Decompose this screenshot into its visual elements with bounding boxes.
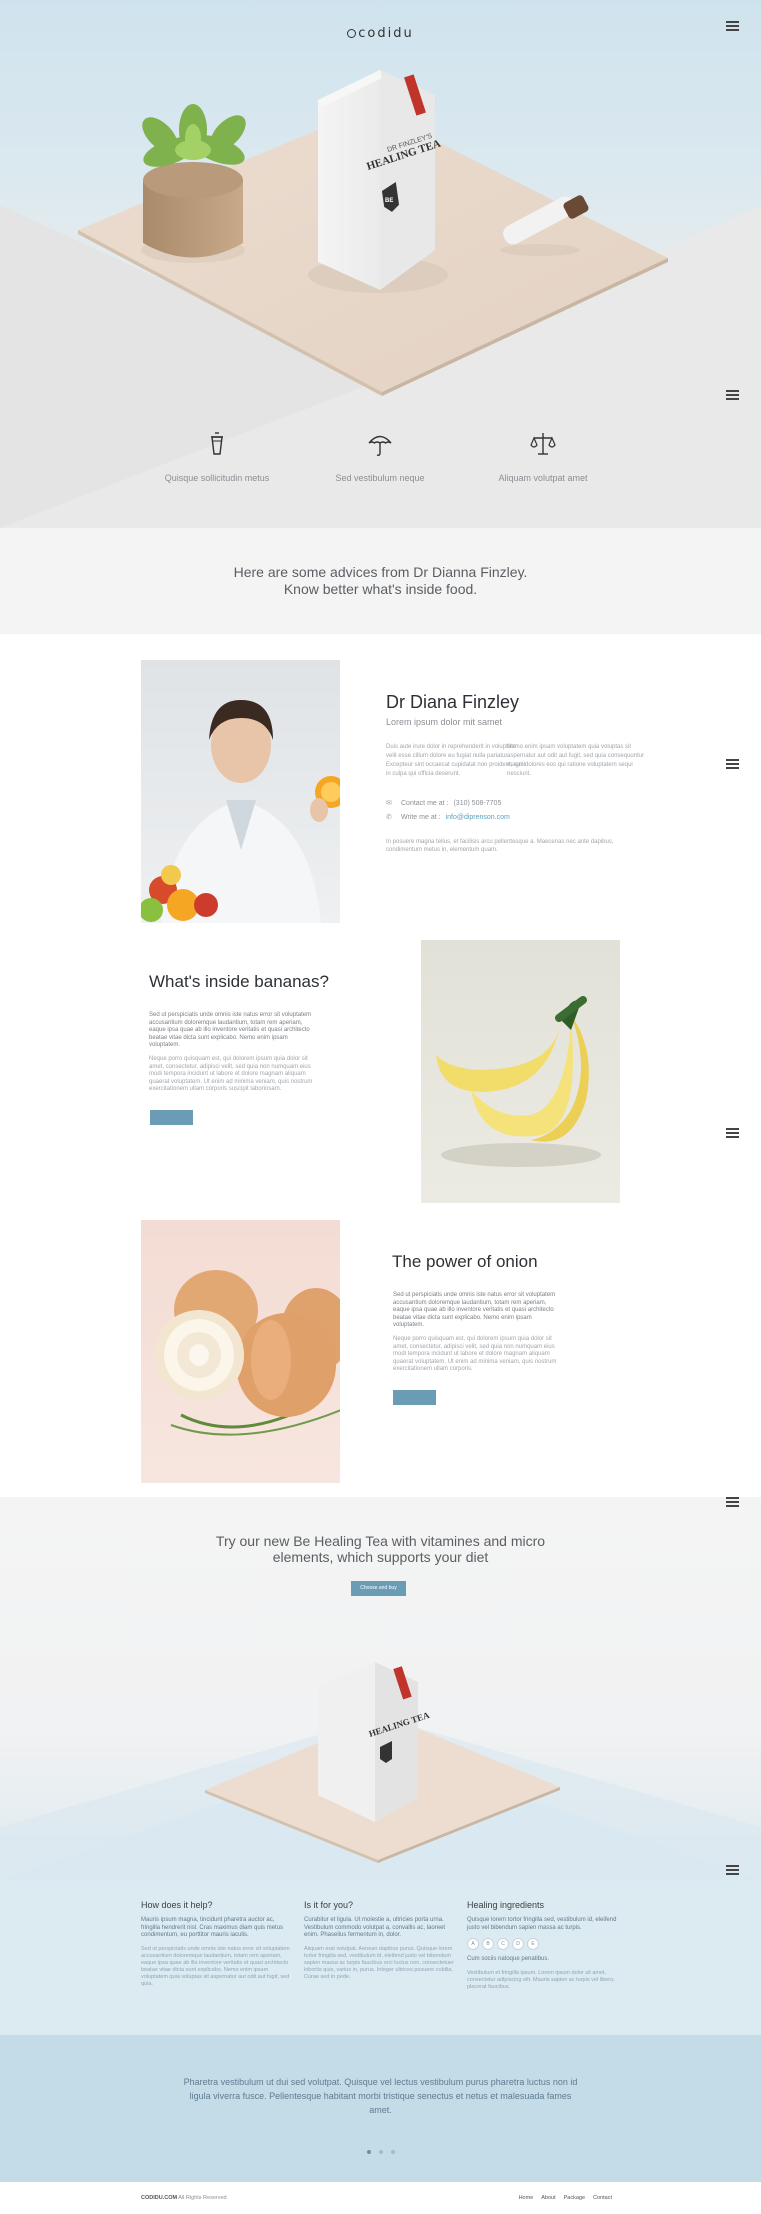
slider-dot[interactable]: [366, 2150, 371, 2154]
doctor-photo: [141, 660, 340, 923]
bananas-text-2: Neque porro quisquam est, qui dolorem ip…: [149, 1056, 313, 1092]
contact-phone-row: ✉ Contact me at : (310) 508-7705: [386, 799, 501, 807]
feature-label: Aliquam volutpat amet: [498, 473, 588, 483]
footer-link-package[interactable]: Package: [564, 2195, 585, 2201]
feature-item: Aliquam volutpat amet: [458, 430, 628, 486]
footer-link-about[interactable]: About: [541, 2195, 555, 2201]
advice-heading: Here are some advices from Dr Dianna Fin…: [0, 528, 761, 598]
vitamin-badge: C: [497, 1938, 509, 1950]
bananas-read-more-button[interactable]: [150, 1110, 193, 1125]
phone-icon: ✆: [386, 814, 392, 821]
contact-email-row: ✆ Write me at : info@diprenson.com: [386, 813, 510, 821]
features-row: Quisque sollicitudin metus Sed vestibulu…: [0, 430, 761, 490]
section-menu-icon[interactable]: [726, 759, 739, 769]
hero-section: DR FINZLEY'S HEALING TEA BE codidu Quisq…: [0, 0, 761, 528]
info-col-ingredients: Healing ingredients Quisque lorem tortor…: [467, 1900, 617, 1991]
onion-photo: [141, 1220, 340, 1483]
section-menu-icon[interactable]: [726, 1128, 739, 1138]
umbrella-icon: [368, 435, 392, 456]
vitamin-badge: D: [512, 1938, 524, 1950]
onion-text-2: Neque porro quisquam est, qui dolorem ip…: [393, 1336, 557, 1372]
onion-read-more-button[interactable]: [393, 1390, 436, 1405]
doctor-text-col-1: Duis aute irure dolor in reprehenderit i…: [386, 744, 526, 777]
info-title: How does it help?: [141, 1900, 213, 1910]
write-label: Write me at :: [401, 814, 441, 821]
info-body: Sed ut perspiciatis unde omnis iste natu…: [141, 1945, 290, 1987]
section-menu-icon[interactable]: [726, 1497, 739, 1507]
doctor-note: In posuere magna tellus, et facilisis ar…: [386, 839, 614, 853]
info-section: How does it help? Mauris ipsum magna, ti…: [0, 1880, 761, 2035]
logo-text: codidu: [358, 26, 414, 41]
promo-line-2: elements, which supports your diet: [272, 1549, 489, 1565]
choose-and-buy-button[interactable]: Choose and buy: [351, 1581, 406, 1596]
info-title: Is it for you?: [304, 1900, 354, 1910]
slider-dots: [0, 2141, 761, 2159]
vitamin-badge: A: [467, 1938, 479, 1950]
promo-tea-package: HEALING TEA: [318, 1662, 431, 1822]
scales-icon: [530, 433, 556, 455]
mail-icon: ✉: [386, 800, 392, 807]
footer-rights: All Rights Reserved: [178, 2195, 227, 2201]
info-lead: Mauris ipsum magna, tincidunt pharetra a…: [141, 1917, 284, 1938]
info-lead-2: Cum sociis natoque penatibus.: [467, 1956, 550, 1962]
contact-label: Contact me at :: [401, 800, 449, 807]
advice-line-2: Know better what's inside food.: [283, 581, 478, 597]
email-link[interactable]: info@diprenson.com: [446, 814, 510, 821]
vitamin-badge: B: [482, 1938, 494, 1950]
copyright: CODIDU.COM All Rights Reserved: [141, 2195, 227, 2201]
onion-title: The power of onion: [392, 1252, 538, 1271]
page: DR FINZLEY'S HEALING TEA BE codidu Quisq…: [0, 0, 761, 2214]
info-lead: Quisque lorem tortor fringilla sed, vest…: [467, 1917, 617, 1931]
logo-mark-icon: [347, 29, 357, 38]
doctor-text-col-2: Nemo enim ipsam voluptatem quia voluptas…: [507, 744, 645, 777]
onion-text-1: Sed ut perspiciatis unde omnis iste natu…: [393, 1292, 556, 1328]
info-col-help: How does it help? Mauris ipsum magna, ti…: [141, 1900, 291, 1988]
doctor-name: Dr Diana Finzley: [386, 692, 520, 712]
info-title: Healing ingredients: [467, 1900, 545, 1910]
banana-photo: [421, 940, 620, 1203]
succulent-plant: [141, 104, 246, 263]
quote-text: Pharetra vestibulum ut dui sed volutpat.…: [183, 2077, 578, 2115]
footer-link-contact[interactable]: Contact: [593, 2195, 612, 2201]
advice-section: Here are some advices from Dr Dianna Fin…: [0, 528, 761, 634]
cup-icon: [211, 432, 223, 455]
slider-dot[interactable]: [390, 2150, 395, 2154]
info-body: Aliquam erat volutpat. Aenean dapibus pu…: [304, 1945, 454, 1980]
logo[interactable]: codidu: [0, 26, 761, 41]
footer-link-home[interactable]: Home: [519, 2195, 534, 2201]
feature-item: Sed vestibulum neque: [295, 430, 465, 486]
footer: CODIDU.COM All Rights Reserved Home About…: [0, 2182, 761, 2214]
phone-number[interactable]: (310) 508-7705: [453, 800, 501, 807]
promo-line-1: Try our new Be Healing Tea with vitamine…: [215, 1533, 546, 1549]
promo-section: HEALING TEA Try our new Be Healing Tea w…: [0, 1497, 761, 1880]
section-menu-icon[interactable]: [726, 390, 739, 400]
slider-dot[interactable]: [378, 2150, 383, 2154]
advice-line-1: Here are some advices from Dr Dianna Fin…: [233, 564, 528, 580]
footer-nav: Home About Package Contact: [511, 2195, 612, 2201]
section-menu-icon[interactable]: [726, 1865, 739, 1875]
info-body: Vestibulum et fringilla ipsum. Lorem ips…: [467, 1969, 615, 1990]
info-lead: Curabitur et ligula. Ut molestie a, ultr…: [304, 1917, 446, 1938]
feature-label: Quisque sollicitudin metus: [164, 473, 270, 483]
promo-heading: Try our new Be Healing Tea with vitamine…: [0, 1533, 761, 1565]
bananas-text-1: Sed ut perspiciatis unde omnis iste natu…: [149, 1012, 312, 1048]
bananas-title: What's inside bananas?: [149, 972, 329, 991]
doctor-subtitle: Lorem ipsum dolor mit samet: [386, 717, 503, 727]
menu-icon[interactable]: [726, 21, 739, 31]
package-badge: BE: [385, 198, 393, 204]
quote-section: Pharetra vestibulum ut dui sed volutpat.…: [0, 2035, 761, 2182]
feature-label: Sed vestibulum neque: [335, 473, 425, 483]
info-col-for-you: Is it for you? Curabitur et ligula. Ut m…: [304, 1900, 454, 1981]
footer-brand: CODIDU.COM: [141, 2195, 178, 2201]
vitamin-letters: A B C D E: [467, 1938, 617, 1950]
vitamin-badge: E: [527, 1938, 539, 1950]
feature-item: Quisque sollicitudin metus: [132, 430, 302, 486]
